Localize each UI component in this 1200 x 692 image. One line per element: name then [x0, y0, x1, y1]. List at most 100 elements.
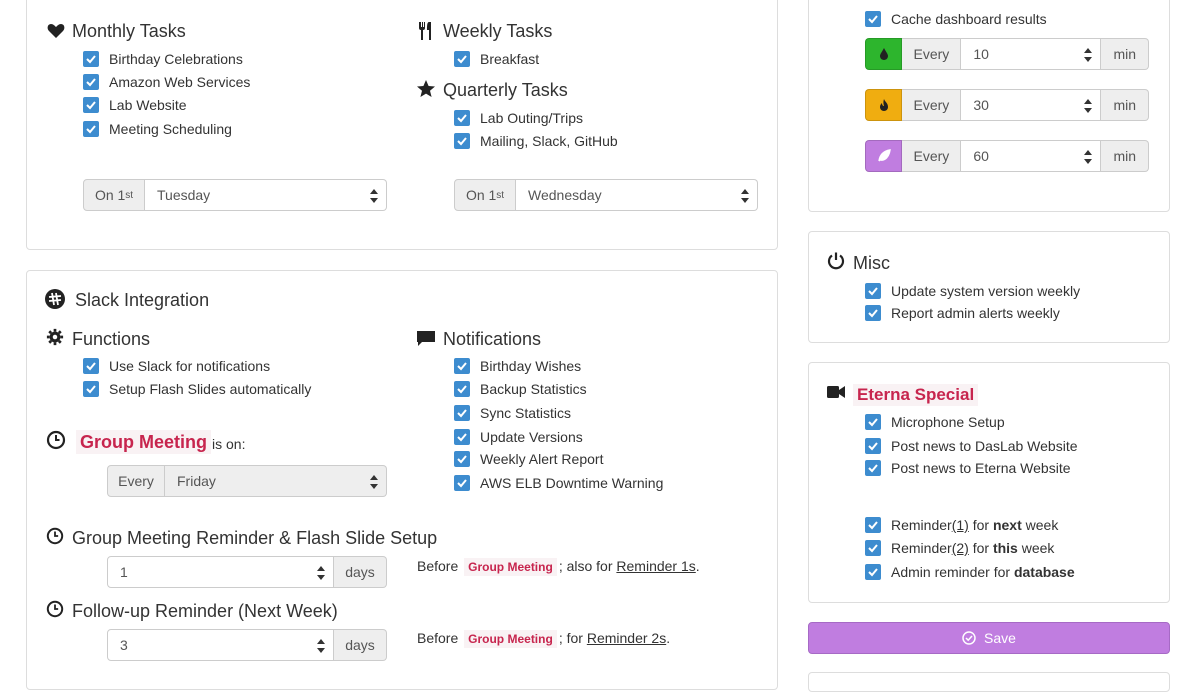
function-item[interactable]: Use Slack for notifications [83, 358, 270, 374]
group-meeting-is-on: is on: [212, 436, 246, 452]
misc-item[interactable]: Report admin alerts weekly [865, 305, 1060, 321]
checkbox[interactable] [454, 475, 470, 491]
checkbox[interactable] [865, 305, 881, 321]
comment-icon [416, 328, 436, 348]
monthly-item[interactable]: Amazon Web Services [83, 74, 250, 90]
select-arrows-icon [370, 189, 378, 203]
days-label: days [334, 629, 387, 661]
checkbox[interactable] [454, 110, 470, 126]
reminder-2-link[interactable]: (2) [952, 540, 969, 556]
followup-days-group: 3 days [107, 629, 387, 661]
quarterly-day-select-group: On 1st Wednesday [454, 179, 758, 211]
group-meeting-tag: Group Meeting [464, 630, 557, 648]
stepper-arrows-icon [1084, 48, 1093, 62]
eterna-item[interactable]: Post news to Eterna Website [865, 460, 1071, 476]
checkbox[interactable] [454, 51, 470, 67]
min-label: min [1101, 140, 1149, 172]
checkbox[interactable] [865, 414, 881, 430]
checkbox[interactable] [454, 381, 470, 397]
checkbox[interactable] [83, 74, 99, 90]
cache-row-3: Every 60 min [865, 140, 1149, 172]
reminder-days-input[interactable]: 1 [107, 556, 334, 588]
notification-item[interactable]: Sync Statistics [454, 405, 571, 421]
days-label: days [334, 556, 387, 588]
stepper-arrows-icon [317, 639, 325, 653]
quarterly-day-select[interactable]: Wednesday [516, 179, 758, 211]
monthly-item[interactable]: Meeting Scheduling [83, 121, 232, 137]
select-arrows-icon [741, 189, 749, 203]
checkbox[interactable] [454, 133, 470, 149]
admin-reminder-database[interactable]: Admin reminder for database [865, 564, 1075, 580]
clock-icon [46, 430, 66, 450]
min-label: min [1101, 89, 1149, 121]
cache-interval-input[interactable]: 60 [961, 140, 1102, 172]
notifications-title: Notifications [443, 329, 542, 349]
checkbox[interactable] [83, 121, 99, 137]
notification-item[interactable]: Update Versions [454, 429, 583, 445]
reminder-this-week[interactable]: Reminder(2) for this week [865, 540, 1054, 556]
reminder-1s-link[interactable]: Reminder 1s [616, 558, 695, 574]
notification-item[interactable]: Backup Statistics [454, 381, 587, 397]
eterna-item[interactable]: Post news to DasLab Website [865, 438, 1078, 454]
notification-item[interactable]: AWS ELB Downtime Warning [454, 475, 663, 491]
clock-icon [46, 527, 64, 545]
stepper-arrows-icon [1084, 150, 1093, 164]
cache-checkbox[interactable]: Cache dashboard results [865, 11, 1047, 27]
quarterly-item[interactable]: Mailing, Slack, GitHub [454, 133, 618, 149]
quarterly-item[interactable]: Lab Outing/Trips [454, 110, 583, 126]
cache-interval-input[interactable]: 30 [961, 89, 1102, 121]
checkbox[interactable] [865, 460, 881, 476]
reminder-2s-link[interactable]: Reminder 2s [587, 630, 666, 646]
stepper-arrows-icon [1084, 99, 1093, 113]
misc-title: Misc [853, 253, 890, 273]
power-icon [826, 251, 846, 271]
checkbox[interactable] [454, 451, 470, 467]
monthly-day-select[interactable]: Tuesday [145, 179, 387, 211]
group-meeting-day-select[interactable]: Friday [165, 465, 387, 497]
eterna-item[interactable]: Microphone Setup [865, 414, 1005, 430]
cache-interval-input[interactable]: 10 [961, 38, 1102, 70]
checkbox[interactable] [83, 97, 99, 113]
checkbox[interactable] [83, 381, 99, 397]
heart-icon [46, 21, 66, 41]
checkbox[interactable] [83, 51, 99, 67]
checkbox[interactable] [865, 11, 881, 27]
min-label: min [1101, 38, 1149, 70]
monthly-tasks-title: Monthly Tasks [72, 21, 186, 41]
clock-icon [46, 600, 64, 618]
stepper-arrows-icon [317, 566, 325, 580]
checkbox[interactable] [454, 358, 470, 374]
select-arrows-icon [370, 475, 378, 489]
eterna-special-tag: Eterna Special [853, 384, 979, 406]
checkbox[interactable] [865, 564, 881, 580]
notification-item[interactable]: Birthday Wishes [454, 358, 581, 374]
function-item[interactable]: Setup Flash Slides automatically [83, 381, 311, 397]
reminder-1-link[interactable]: (1) [952, 517, 969, 533]
checkbox[interactable] [865, 283, 881, 299]
checkbox[interactable] [865, 540, 881, 556]
lower-right-panel [808, 672, 1170, 692]
misc-item[interactable]: Update system version weekly [865, 283, 1080, 299]
check-circle-icon [962, 631, 976, 645]
fire-icon [865, 89, 903, 121]
checkbox[interactable] [454, 429, 470, 445]
functions-title: Functions [72, 329, 151, 349]
group-meeting-tag: Group Meeting [76, 430, 211, 454]
notification-item[interactable]: Weekly Alert Report [454, 451, 603, 467]
checkbox[interactable] [454, 405, 470, 421]
reminder-next-week[interactable]: Reminder(1) for next week [865, 517, 1058, 533]
monthly-item[interactable]: Lab Website [83, 97, 187, 113]
followup-title: Follow-up Reminder (Next Week) [72, 601, 338, 621]
checkbox[interactable] [865, 438, 881, 454]
weekly-item[interactable]: Breakfast [454, 51, 539, 67]
video-camera-icon [826, 384, 846, 400]
group-meeting-tag: Group Meeting [464, 558, 557, 576]
checkbox[interactable] [83, 358, 99, 374]
every-label: Every [902, 140, 962, 172]
save-button[interactable]: Save [808, 622, 1170, 654]
cache-row-2: Every 30 min [865, 89, 1149, 121]
checkbox[interactable] [865, 517, 881, 533]
monthly-item[interactable]: Birthday Celebrations [83, 51, 243, 67]
reminder-days-group: 1 days [107, 556, 387, 588]
followup-days-input[interactable]: 3 [107, 629, 334, 661]
